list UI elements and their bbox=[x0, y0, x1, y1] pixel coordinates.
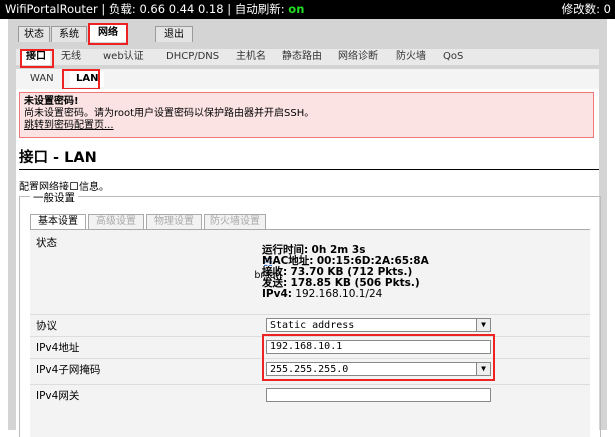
autorefresh-toggle[interactable]: on bbox=[288, 2, 304, 16]
subtab-qos[interactable]: QoS bbox=[443, 49, 463, 65]
section-legend: 一般设置 bbox=[30, 190, 78, 205]
status-label: 状态 bbox=[36, 237, 57, 249]
basic-settings-panel: 状态 ☵ br-lan 运行时间: 0h 2m 3s MAC地址: 00:15:… bbox=[30, 230, 590, 437]
gateway-label: IPv4网关 bbox=[36, 390, 80, 402]
subtab-wireless[interactable]: 无线 bbox=[61, 49, 81, 65]
autorefresh-label: 自动刷新: bbox=[234, 2, 285, 16]
subtab-diagnostics[interactable]: 网络诊断 bbox=[338, 49, 378, 65]
load-value: 0.66 0.44 0.18 bbox=[139, 2, 224, 16]
row-divider bbox=[30, 384, 590, 385]
load-label: 负载: bbox=[108, 2, 136, 16]
protocol-value: Static address bbox=[270, 320, 355, 331]
subtab-static-routes[interactable]: 静态路由 bbox=[282, 49, 322, 65]
interface-tabs: WAN LAN bbox=[16, 69, 599, 89]
changes-counter[interactable]: 修改数: 0 bbox=[562, 0, 611, 19]
ipv4-value: 192.168.10.1/24 bbox=[295, 288, 383, 300]
chevron-down-icon[interactable]: ▼ bbox=[476, 319, 490, 331]
warning-title: 未设置密码! bbox=[24, 96, 79, 107]
highlight-ip-fields bbox=[262, 334, 495, 381]
tab-basic-settings[interactable]: 基本设置 bbox=[30, 214, 86, 229]
password-config-link[interactable]: 跳转到密码配置页... bbox=[24, 120, 114, 131]
subtab-dhcp-dns[interactable]: DHCP/DNS bbox=[166, 49, 219, 65]
gateway-input[interactable] bbox=[266, 388, 491, 402]
subtab-web-auth[interactable]: web认证 bbox=[103, 49, 144, 65]
top-status-left: WifiPortalRouter | 负载: 0.66 0.44 0.18 | … bbox=[5, 2, 305, 16]
netmask-label: IPv4子网掩码 bbox=[36, 364, 101, 376]
tab-status[interactable]: 状态 bbox=[18, 26, 50, 42]
warning-text: 尚未设置密码。请为root用户设置密码以保护路由器并开启SSH。 bbox=[24, 108, 315, 119]
tab-advanced-settings[interactable]: 高级设置 bbox=[88, 214, 144, 229]
main-area: 状态 系统 网络 退出 接口 无线 web认证 DHCP/DNS 主机名 静态路… bbox=[8, 19, 607, 437]
highlight-network-tab bbox=[88, 23, 128, 45]
interface-status: 运行时间: 0h 2m 3s MAC地址: 00:15:6D:2A:65:8A … bbox=[262, 245, 429, 300]
general-settings-section: 一般设置 基本设置 高级设置 物理设置 防火墙设置 状态 ☵ br-lan 运行… bbox=[19, 190, 601, 437]
page-title: 接口 - LAN bbox=[19, 149, 599, 170]
tab-logout[interactable]: 退出 bbox=[155, 26, 193, 42]
changes-label: 修改数: bbox=[561, 2, 601, 16]
tab-wan[interactable]: WAN bbox=[30, 71, 54, 87]
password-warning: 未设置密码! 尚未设置密码。请为root用户设置密码以保护路由器并开启SSH。 … bbox=[19, 92, 594, 138]
tab-physical-settings[interactable]: 物理设置 bbox=[146, 214, 202, 229]
ipv4-line: IPv4: 192.168.10.1/24 bbox=[262, 289, 429, 300]
hostname: WifiPortalRouter bbox=[5, 2, 98, 16]
top-status-bar: WifiPortalRouter | 负载: 0.66 0.44 0.18 | … bbox=[0, 0, 615, 19]
tab-system[interactable]: 系统 bbox=[51, 26, 87, 42]
highlight-lan-tab bbox=[62, 69, 100, 90]
row-divider bbox=[30, 314, 590, 315]
content-panel: 未设置密码! 尚未设置密码。请为root用户设置密码以保护路由器并开启SSH。 … bbox=[16, 89, 601, 437]
protocol-select[interactable]: Static address ▼ bbox=[266, 318, 491, 332]
network-subtabs: 接口 无线 web认证 DHCP/DNS 主机名 静态路由 网络诊断 防火墙 Q… bbox=[16, 49, 599, 65]
subtab-hostnames[interactable]: 主机名 bbox=[236, 49, 266, 65]
highlight-interfaces-tab bbox=[20, 49, 54, 68]
ipv4-label: IPv4: bbox=[262, 288, 292, 300]
protocol-label: 协议 bbox=[36, 320, 57, 332]
tab-firewall-settings[interactable]: 防火墙设置 bbox=[204, 214, 266, 229]
changes-value: 0 bbox=[603, 2, 611, 16]
subtab-firewall[interactable]: 防火墙 bbox=[396, 49, 426, 65]
ipv4-address-label: IPv4地址 bbox=[36, 342, 80, 354]
